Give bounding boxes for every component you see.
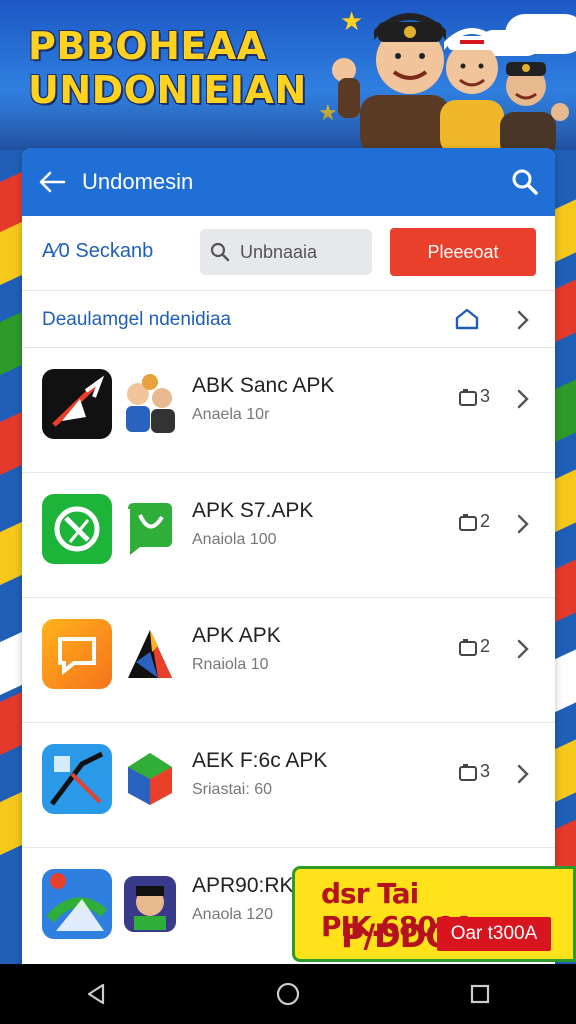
search-placeholder: Unbnaaia	[240, 241, 318, 262]
chat-app-icon	[122, 497, 178, 561]
gear-app-icon	[42, 494, 112, 564]
maps-app-icon	[42, 869, 112, 939]
bag-icon	[459, 763, 477, 781]
list-item[interactable]: APK APK Rnaiola 10 2	[22, 598, 555, 723]
app-name: AEK F:6c APK	[192, 749, 328, 772]
download-count: 3	[458, 386, 490, 407]
primary-action-button[interactable]: Pleeeoat	[390, 228, 536, 276]
triangle-back-icon	[87, 983, 105, 1005]
app-name: APR90:RK	[192, 874, 294, 897]
toolbar-label: A⁄0 Seckanb	[42, 240, 154, 262]
app-name: ABK Sanc APK	[192, 374, 335, 397]
bag-icon	[459, 388, 477, 406]
search-icon	[512, 169, 538, 195]
chevron-right-icon	[517, 389, 529, 409]
back-button[interactable]	[22, 148, 82, 216]
promo-sticker[interactable]: dsr Tai PIK.68000 P/DDO Oar t300A	[292, 866, 576, 962]
filter-toolbar: A⁄0 Seckanb Unbnaaia Pleeeoat	[22, 216, 555, 291]
chevron-right-icon	[517, 514, 529, 534]
home-icon[interactable]	[454, 307, 480, 331]
app-list-card: Undomesin A⁄0 Seckanb Unbnaaia Pleeeoat …	[22, 148, 555, 968]
search-icon	[210, 242, 230, 262]
people-app-icon	[122, 372, 178, 436]
chevron-right-icon	[517, 310, 529, 330]
cartoon-characters	[332, 13, 569, 150]
photo-app-icon	[42, 619, 112, 689]
nav-recents-button[interactable]	[450, 964, 510, 1024]
chevron-right-icon	[517, 764, 529, 784]
app-subtitle: Anaela 10r	[192, 406, 270, 423]
promo-line2: P/DDO	[341, 917, 452, 955]
app-bar-title: Undomesin	[82, 169, 194, 194]
search-input[interactable]: Unbnaaia	[200, 229, 372, 275]
list-item[interactable]: AEK F:6c APK Sriastai: 60 3	[22, 723, 555, 848]
download-count: 2	[458, 636, 490, 657]
list-item[interactable]: ABK Sanc APK Anaela 10r 3	[22, 348, 555, 473]
section-title: Deaulamgel ndenidiaa	[42, 309, 232, 330]
app-bar: Undomesin	[22, 148, 555, 216]
nav-back-button[interactable]	[66, 964, 126, 1024]
search-button[interactable]	[509, 166, 541, 198]
app-subtitle: Anaola 120	[192, 906, 273, 923]
app-name: APK S7.APK	[192, 499, 314, 522]
promo-tag: Oar t300A	[437, 917, 551, 951]
app-subtitle: Rnaiola 10	[192, 656, 269, 673]
app-subtitle: Anaiola 100	[192, 531, 277, 548]
download-count: 2	[458, 511, 490, 532]
banner-title: PBBOHEAA UNDONIEIAN	[28, 24, 307, 112]
nav-home-button[interactable]	[258, 964, 318, 1024]
square-recents-icon	[470, 984, 490, 1004]
chevron-right-icon	[517, 639, 529, 659]
list-item[interactable]: APK S7.APK Anaiola 100 2	[22, 473, 555, 598]
app-subtitle: Sriastai: 60	[192, 781, 273, 798]
cube-app-icon	[122, 747, 178, 811]
system-nav-bar	[0, 964, 576, 1024]
bag-icon	[459, 513, 477, 531]
avatar-app-icon	[122, 872, 178, 936]
promo-banner: ★ ★ PBBOHEAAUNDONIEIAN	[0, 0, 576, 150]
bag-icon	[459, 638, 477, 656]
app-name: APK APK	[192, 624, 281, 647]
circle-home-icon	[276, 982, 300, 1006]
download-count: 3	[458, 761, 490, 782]
arrow-app-icon	[42, 369, 112, 439]
prism-app-icon	[122, 622, 178, 686]
back-arrow-icon	[39, 171, 66, 193]
section-header[interactable]: Deaulamgel ndenidiaa	[22, 291, 555, 348]
map-app-icon	[42, 744, 112, 814]
